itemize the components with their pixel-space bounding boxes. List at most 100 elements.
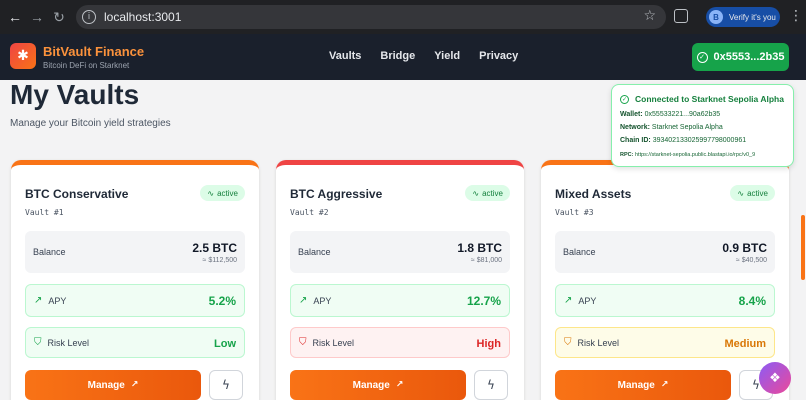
risk-value: Low <box>214 337 236 350</box>
balance-value: 2.5 BTC <box>192 240 237 255</box>
vault-card: Mixed Assets Vault #3 ∿ active Balance 0.… <box>541 160 789 400</box>
wallet-address: 0x5553...2b35 <box>713 51 785 63</box>
arrow-up-right-icon: ↗ <box>660 380 669 390</box>
avatar: B <box>709 10 723 24</box>
balance-value: 1.8 BTC <box>457 240 502 255</box>
risk-value: High <box>476 337 501 350</box>
popover-rpc: RPC: https://starknet-sepolia.public.bla… <box>620 152 755 158</box>
wallet-button[interactable]: ✓ 0x5553...2b35 <box>692 43 789 71</box>
risk-row: ⛉ Risk Level Medium <box>555 327 775 358</box>
balance-label: Balance <box>298 247 331 257</box>
back-icon[interactable]: ← <box>4 6 26 28</box>
balance-row: Balance 0.9 BTC ≈ $40,500 <box>555 231 775 273</box>
vault-card: BTC Conservative Vault #1 ∿ active Balanc… <box>11 160 259 400</box>
vault-name: BTC Conservative <box>25 187 129 201</box>
check-circle-icon: ✓ <box>620 94 629 104</box>
vault-name: Mixed Assets <box>555 187 632 201</box>
apy-value: 8.4% <box>738 293 766 308</box>
manage-label: Manage <box>617 379 655 391</box>
reload-icon[interactable]: ↻ <box>48 6 70 28</box>
vault-name: BTC Aggressive <box>290 187 383 201</box>
brand-subtitle: Bitcoin DeFi on Starknet <box>43 61 130 70</box>
balance-row: Balance 2.5 BTC ≈ $112,500 <box>25 231 245 273</box>
manage-label: Manage <box>87 379 125 391</box>
risk-row: ⛉ Risk Level High <box>290 327 510 358</box>
status-label: active <box>217 188 238 198</box>
manage-button[interactable]: Manage ↗ <box>290 370 466 400</box>
popover-network: Network: Starknet Sepolia Alpha <box>620 124 723 131</box>
main-nav: Vaults Bridge Yield Privacy <box>329 50 537 62</box>
popover-network-value: Starknet Sepolia Alpha <box>651 124 723 131</box>
forward-icon[interactable]: → <box>26 6 48 28</box>
site-info-icon[interactable]: i <box>82 10 96 24</box>
popover-chain-value: 393402133025997798000961 <box>652 137 747 144</box>
vault-number: Vault #3 <box>555 208 594 217</box>
url-text[interactable]: localhost:3001 <box>104 10 181 24</box>
nav-yield[interactable]: Yield <box>434 50 460 62</box>
arrow-up-right-icon: ↗ <box>130 380 139 390</box>
apy-label: APY <box>313 295 332 306</box>
page-subtitle: Manage your Bitcoin yield strategies <box>10 118 171 129</box>
balance-row: Balance 1.8 BTC ≈ $81,000 <box>290 231 510 273</box>
popover-title-text: Connected to Starknet Sepolia Alpha <box>635 94 784 104</box>
risk-value: Medium <box>724 337 766 350</box>
activity-icon: ∿ <box>737 188 745 198</box>
browser-toolbar: ← → ↻ i localhost:3001 ☆ B Verify it's y… <box>0 0 806 34</box>
apy-label: APY <box>578 295 597 306</box>
activity-icon: ∿ <box>207 188 215 198</box>
apy-value: 12.7% <box>466 293 501 308</box>
bug-logo-icon[interactable]: ✱ <box>10 43 36 69</box>
apy-row: ↗ APY 12.7% <box>290 284 510 317</box>
nav-bridge[interactable]: Bridge <box>380 50 415 62</box>
bookmark-star-icon[interactable]: ☆ <box>643 8 656 24</box>
popover-wallet-label: Wallet: <box>620 111 643 118</box>
apy-label: APY <box>48 295 67 306</box>
balance-usd: ≈ $112,500 <box>202 256 237 264</box>
manage-label: Manage <box>352 379 390 391</box>
manage-button[interactable]: Manage ↗ <box>555 370 731 400</box>
activity-icon: ∿ <box>472 188 480 198</box>
page-title: My Vaults <box>10 79 140 110</box>
address-bar[interactable]: i localhost:3001 ☆ <box>76 5 666 29</box>
risk-label: Risk Level <box>577 337 620 348</box>
shield-icon: ⛉ <box>299 337 307 348</box>
popover-wallet-value: 0x55533221...90a62b35 <box>644 111 721 118</box>
profile-label: Verify it's you <box>729 12 776 22</box>
status-badge: ∿ active <box>730 185 775 201</box>
status-label: active <box>482 188 503 198</box>
manage-button[interactable]: Manage ↗ <box>25 370 201 400</box>
balance-value: 0.9 BTC <box>722 240 767 255</box>
popover-title: ✓ Connected to Starknet Sepolia Alpha <box>620 94 784 104</box>
app-header: ✱ BitVault Finance Bitcoin DeFi on Stark… <box>0 34 806 80</box>
nav-privacy[interactable]: Privacy <box>479 50 518 62</box>
arrow-up-right-icon: ↗ <box>395 380 404 390</box>
gift-icon[interactable]: ❖ <box>759 362 791 394</box>
nav-vaults[interactable]: Vaults <box>329 50 361 62</box>
check-circle-icon: ✓ <box>696 51 708 63</box>
popover-wallet: Wallet: 0x55533221...90a62b35 <box>620 111 720 118</box>
lightning-icon[interactable]: ϟ <box>209 370 243 400</box>
shield-icon: ⛉ <box>34 337 42 348</box>
vault-card: BTC Aggressive Vault #2 ∿ active Balance … <box>276 160 524 400</box>
apy-value: 5.2% <box>208 293 236 308</box>
vault-number: Vault #2 <box>290 208 329 217</box>
popover-chain-label: Chain ID: <box>620 137 651 144</box>
balance-usd: ≈ $81,000 <box>470 256 502 264</box>
risk-row: ⛉ Risk Level Low <box>25 327 245 358</box>
trending-up-icon: ↗ <box>299 295 308 306</box>
trending-up-icon: ↗ <box>564 295 573 306</box>
popover-chain-id: Chain ID: 393402133025997798000961 <box>620 137 746 144</box>
apy-row: ↗ APY 8.4% <box>555 284 775 317</box>
profile-button[interactable]: B Verify it's you <box>706 7 780 27</box>
menu-dots-icon[interactable]: ⋮ <box>789 9 803 23</box>
brand-title[interactable]: BitVault Finance <box>43 44 144 59</box>
extensions-icon[interactable] <box>674 9 688 23</box>
balance-label: Balance <box>33 247 66 257</box>
vault-number: Vault #1 <box>25 208 64 217</box>
shield-icon: ⛉ <box>564 337 572 348</box>
wallet-popover: ✓ Connected to Starknet Sepolia Alpha Wa… <box>611 84 794 167</box>
lightning-icon[interactable]: ϟ <box>474 370 508 400</box>
scrollbar-thumb[interactable] <box>801 215 805 280</box>
popover-rpc-label: RPC: <box>620 152 634 158</box>
status-label: active <box>747 188 768 198</box>
